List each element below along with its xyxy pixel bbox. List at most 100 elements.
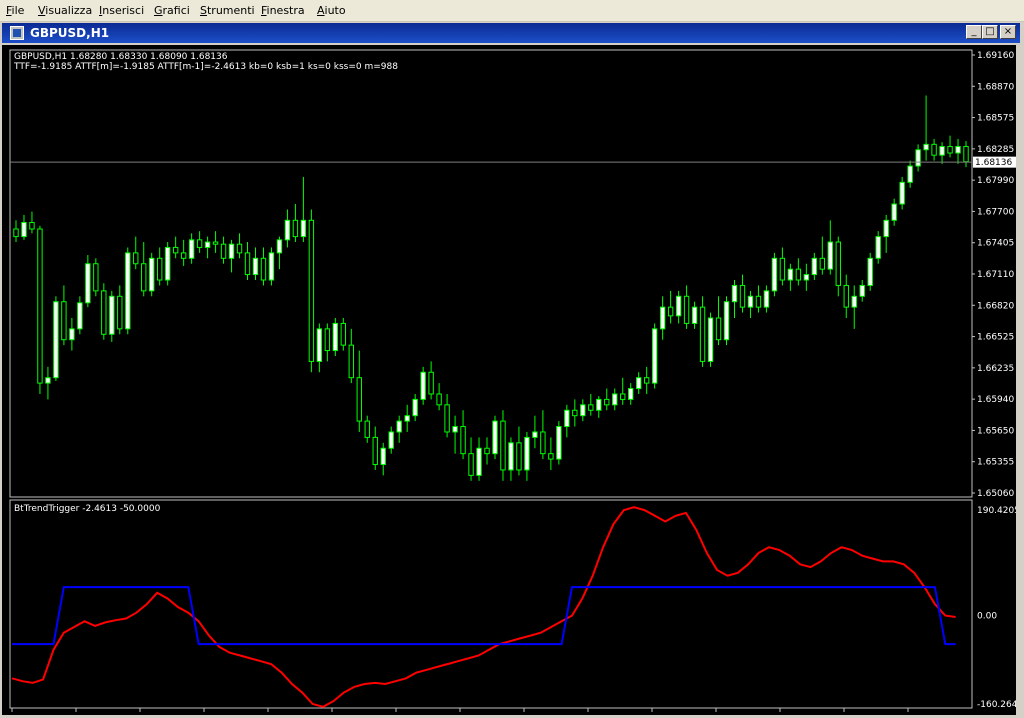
bear-candle — [683, 295, 690, 324]
bear-candle — [61, 301, 67, 341]
bull-candle — [524, 436, 530, 471]
bull-candle — [827, 241, 833, 270]
bear-candle — [292, 219, 299, 238]
menu-visualizza[interactable]: Visualizza — [36, 3, 94, 19]
bear-candle — [715, 317, 722, 341]
menu-inserisci[interactable]: Inserisci — [97, 3, 146, 19]
main-chart-header-1: GBPUSD,H1 1.68280 1.68330 1.68090 1.6813… — [14, 52, 228, 62]
chart-svg: 1.69160 1.68870 1.68575 1.68285 1.67990 1.677… — [9, 49, 1020, 718]
menu-aiuto[interactable]: Aiuto — [315, 3, 348, 19]
bull-candle — [404, 415, 410, 422]
bull-candle — [851, 295, 857, 308]
indicator-axis: 190.4205 0.00 -160.264 — [977, 506, 1020, 710]
bull-candle — [691, 306, 698, 324]
bull-candle — [532, 431, 538, 438]
bear-candle — [819, 257, 826, 270]
time-axis: 10 Nov 200910 Nov 11:0010 Nov 19:0011 No… — [11, 708, 969, 718]
bear-candle — [428, 371, 434, 395]
menu-file[interactable]: File — [4, 3, 26, 19]
price-label: 1.68285 — [977, 145, 1014, 155]
bull-candle — [492, 420, 498, 455]
bear-candle — [947, 146, 953, 154]
bull-candle — [21, 221, 27, 238]
bull-candle — [396, 420, 402, 433]
bull-candle — [771, 257, 778, 292]
bear-candle — [779, 257, 786, 281]
bull-candle — [388, 431, 394, 449]
bear-candle — [572, 409, 578, 417]
bear-candle — [500, 420, 506, 471]
indicator-scale-label: -160.264 — [977, 700, 1016, 710]
bull-candle — [651, 328, 658, 384]
bear-candle — [620, 393, 626, 400]
bull-candle — [69, 328, 75, 341]
bull-candle — [747, 295, 754, 308]
chart-window: GBPUSD,H1 _ □ × 1.69160 1.68870 1.68575 1.6… — [0, 22, 1024, 718]
bull-candle — [53, 301, 59, 379]
bear-candle — [37, 228, 43, 384]
bull-candle — [763, 290, 770, 308]
menu-grafici[interactable]: Grafici — [152, 3, 192, 19]
bear-candle — [460, 426, 466, 455]
bull-candle — [596, 398, 602, 411]
bear-candle — [372, 436, 378, 466]
bull-candle — [204, 241, 211, 248]
bull-candle — [276, 239, 283, 254]
minimize-button[interactable]: _ — [966, 25, 982, 39]
bull-candle — [787, 268, 794, 281]
indicator-scale-label: 0.00 — [977, 612, 997, 622]
bear-candle — [356, 377, 362, 422]
bull-candle — [707, 317, 714, 362]
right-scroll-edge — [1016, 45, 1024, 715]
ttf-line — [11, 506, 956, 708]
bull-candle — [811, 257, 818, 276]
bull-candle — [899, 181, 905, 205]
bear-candle — [196, 239, 203, 248]
bull-candle — [723, 301, 730, 341]
price-label: 1.69160 — [977, 51, 1014, 61]
bull-candle — [149, 257, 155, 292]
bull-candle — [268, 252, 275, 281]
bear-candle — [180, 252, 187, 259]
indicator-header: BtTrendTrigger -2.4613 -50.0000 — [14, 504, 161, 514]
bear-candle — [643, 377, 650, 384]
bull-candle — [659, 306, 666, 330]
price-label: 1.65060 — [977, 489, 1014, 499]
bull-candle — [452, 426, 458, 433]
bull-candle — [907, 165, 913, 183]
bear-candle — [236, 243, 243, 254]
price-label: 1.67405 — [977, 239, 1014, 249]
bull-candle — [164, 246, 171, 281]
menu-strumenti[interactable]: Strumenti — [198, 3, 257, 19]
bull-candle — [316, 328, 323, 362]
price-label: 1.65940 — [977, 395, 1014, 405]
bear-candle — [516, 442, 522, 471]
bull-candle — [109, 295, 115, 335]
bear-candle — [484, 447, 490, 455]
bear-candle — [133, 252, 139, 265]
close-button[interactable]: × — [1000, 25, 1016, 39]
bull-candle — [923, 143, 929, 151]
price-label: 1.65650 — [977, 426, 1014, 436]
window-titlebar[interactable]: GBPUSD,H1 _ □ × — [2, 23, 1020, 43]
bull-candle — [580, 404, 586, 417]
chart-canvas[interactable]: 1.69160 1.68870 1.68575 1.68285 1.67990 1.677… — [2, 45, 1020, 718]
bear-candle — [795, 268, 802, 281]
bull-candle — [731, 284, 738, 303]
bear-candle — [348, 344, 354, 379]
bull-candle — [859, 284, 865, 297]
bull-candle — [955, 146, 961, 154]
price-label: 1.67110 — [977, 270, 1014, 280]
bull-candle — [252, 257, 259, 276]
menu-finestra[interactable]: Finestra — [259, 3, 307, 19]
bull-candle — [77, 302, 83, 330]
candles-group — [13, 95, 969, 481]
bull-candle — [939, 146, 945, 156]
bear-candle — [548, 453, 554, 460]
maximize-button[interactable]: □ — [982, 25, 998, 39]
bear-candle — [931, 143, 937, 156]
bear-candle — [117, 295, 123, 330]
bear-candle — [588, 404, 594, 411]
bear-candle — [604, 398, 610, 406]
indicator-scale-label: 190.4205 — [977, 506, 1016, 516]
